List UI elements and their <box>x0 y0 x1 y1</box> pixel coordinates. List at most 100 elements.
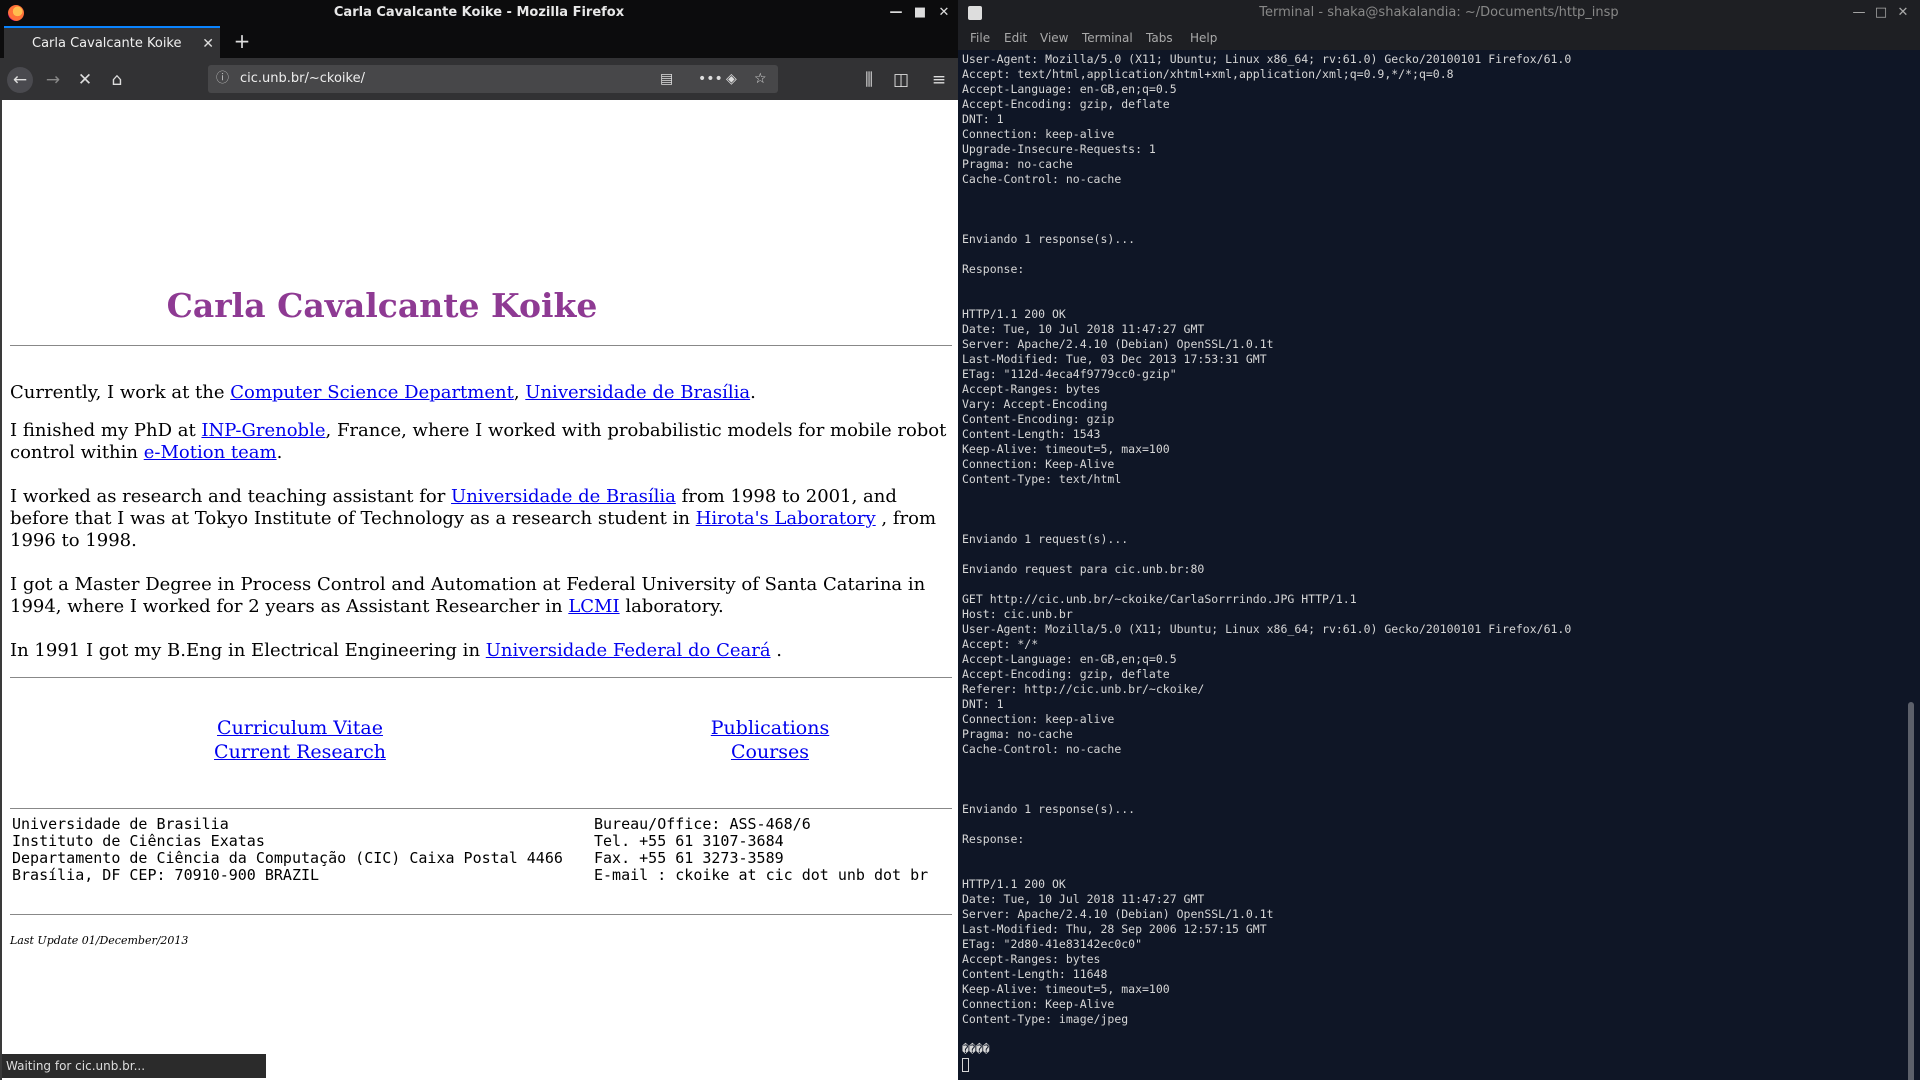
terminal-line <box>962 202 1900 217</box>
link-universidade-de-brasilia-2[interactable]: Universidade de Brasília <box>451 486 676 507</box>
home-icon[interactable]: ⌂ <box>104 67 130 93</box>
link-hirota-laboratory[interactable]: Hirota's Laboratory <box>696 508 876 529</box>
link-emotion-team[interactable]: e-Motion team <box>144 442 277 463</box>
terminal-line: Accept-Ranges: bytes <box>962 382 1900 397</box>
terminal-menubar: File Edit View Terminal Tabs Help <box>958 26 1920 50</box>
link-universidade-federal-do-ceara[interactable]: Universidade Federal do Ceará <box>486 640 771 661</box>
paragraph-beng: In 1991 I got my B.Eng in Electrical Eng… <box>10 640 955 662</box>
terminal-line: Accept-Encoding: gzip, deflate <box>962 667 1900 682</box>
tab-active[interactable]: Carla Cavalcante Koike ✕ <box>4 26 220 58</box>
terminal-line: Date: Tue, 10 Jul 2018 11:47:27 GMT <box>962 892 1900 907</box>
contact-line: E-mail : ckoike at cic dot unb dot br <box>594 867 950 884</box>
terminal-cursor <box>962 1057 1900 1072</box>
paragraph-current-work: Currently, I work at the Computer Scienc… <box>10 382 955 404</box>
last-update: Last Update 01/December/2013 <box>10 934 188 947</box>
link-curriculum-vitae[interactable]: Curriculum Vitae <box>217 717 383 739</box>
new-tab-icon[interactable]: + <box>230 26 254 58</box>
sidebar-icon[interactable]: ◫ <box>888 67 914 93</box>
terminal-line: Server: Apache/2.4.10 (Debian) OpenSSL/1… <box>962 337 1900 352</box>
terminal-line: Last-Modified: Tue, 03 Dec 2013 17:53:31… <box>962 352 1900 367</box>
terminal-line <box>962 187 1900 202</box>
terminal-line: Content-Type: text/html <box>962 472 1900 487</box>
terminal-line: HTTP/1.1 200 OK <box>962 877 1900 892</box>
navigation-toolbar: ← → ✕ ⌂ ⓘ cic.unb.br/~ckoike/ ▤ ••• ◈ ☆ … <box>0 58 958 100</box>
link-publications[interactable]: Publications <box>711 717 829 739</box>
url-bar[interactable]: ⓘ cic.unb.br/~ckoike/ ▤ ••• ◈ ☆ <box>208 65 778 93</box>
terminal-line: Content-Length: 1543 <box>962 427 1900 442</box>
text: Currently, I work at the <box>10 382 230 403</box>
minimize-icon[interactable]: — <box>1848 0 1870 26</box>
library-icon[interactable]: ⫼ <box>856 67 882 93</box>
contact-line: Bureau/Office: ASS-468/6 <box>594 816 950 833</box>
menu-tabs[interactable]: Tabs <box>1146 26 1173 50</box>
url-text: cic.unb.br/~ckoike/ <box>240 71 365 86</box>
terminal-scrollbar[interactable] <box>1908 52 1914 1072</box>
close-icon[interactable]: ✕ <box>1892 0 1914 26</box>
terminal-line: Date: Tue, 10 Jul 2018 11:47:27 GMT <box>962 322 1900 337</box>
terminal-line: Connection: keep-alive <box>962 712 1900 727</box>
close-icon[interactable]: ✕ <box>932 0 956 26</box>
address-line: Departamento de Ciência da Computação (C… <box>12 850 582 867</box>
page-heading: Carla Cavalcante Koike <box>2 286 762 325</box>
terminal-line: Content-Encoding: gzip <box>962 412 1900 427</box>
terminal-line: Upgrade-Insecure-Requests: 1 <box>962 142 1900 157</box>
reader-view-icon[interactable]: ▤ <box>660 65 673 93</box>
text: I worked as research and teaching assist… <box>10 486 451 507</box>
terminal-line: Enviando request para cic.unb.br:80 <box>962 562 1900 577</box>
terminal-line <box>962 1027 1900 1042</box>
terminal-line <box>962 847 1900 862</box>
terminal-line: Referer: http://cic.unb.br/~ckoike/ <box>962 682 1900 697</box>
page-content: Carla Cavalcante Koike Currently, I work… <box>0 100 958 1080</box>
terminal-line: Last-Modified: Thu, 28 Sep 2006 12:57:15… <box>962 922 1900 937</box>
terminal-line <box>962 772 1900 787</box>
menu-hamburger-icon[interactable]: ≡ <box>926 67 952 93</box>
menu-edit[interactable]: Edit <box>1004 26 1027 50</box>
pocket-icon[interactable]: ◈ <box>726 65 737 93</box>
forward-arrow-icon[interactable]: → <box>40 67 66 93</box>
site-info-icon[interactable]: ⓘ <box>216 65 229 93</box>
link-courses[interactable]: Courses <box>731 741 809 763</box>
terminal-line <box>962 277 1900 292</box>
terminal-line <box>962 292 1900 307</box>
text: . <box>750 382 756 403</box>
terminal-line: Host: cic.unb.br <box>962 607 1900 622</box>
menu-view[interactable]: View <box>1040 26 1068 50</box>
terminal-line <box>962 577 1900 592</box>
maximize-icon[interactable]: □ <box>1870 0 1892 26</box>
minimize-icon[interactable]: — <box>884 0 908 26</box>
terminal-line: User-Agent: Mozilla/5.0 (X11; Ubuntu; Li… <box>962 52 1900 67</box>
maximize-icon[interactable]: ■ <box>908 0 932 26</box>
text: . <box>771 640 782 661</box>
scrollbar-thumb[interactable] <box>1908 702 1914 1080</box>
terminal-line: Cache-Control: no-cache <box>962 742 1900 757</box>
menu-file[interactable]: File <box>970 26 990 50</box>
link-universidade-de-brasilia[interactable]: Universidade de Brasília <box>525 382 750 403</box>
back-arrow-icon[interactable]: ← <box>7 67 33 93</box>
terminal-line: DNT: 1 <box>962 697 1900 712</box>
text: I finished my PhD at <box>10 420 201 441</box>
link-current-research[interactable]: Current Research <box>214 741 386 763</box>
bookmark-star-icon[interactable]: ☆ <box>754 65 767 93</box>
link-inp-grenoble[interactable]: INP-Grenoble <box>201 420 325 441</box>
terminal-line <box>962 517 1900 532</box>
menu-help[interactable]: Help <box>1190 26 1217 50</box>
paragraph-phd: I finished my PhD at INP-Grenoble, Franc… <box>10 420 955 464</box>
terminal-output[interactable]: User-Agent: Mozilla/5.0 (X11; Ubuntu; Li… <box>962 52 1900 1072</box>
stop-icon[interactable]: ✕ <box>72 67 98 93</box>
terminal-line: Pragma: no-cache <box>962 157 1900 172</box>
terminal-line: Vary: Accept-Encoding <box>962 397 1900 412</box>
page-actions-icon[interactable]: ••• <box>698 65 723 93</box>
link-computer-science-department[interactable]: Computer Science Department <box>230 382 514 403</box>
text: laboratory. <box>620 596 724 617</box>
terminal-line: Content-Type: image/jpeg <box>962 1012 1900 1027</box>
link-lcmi[interactable]: LCMI <box>568 596 619 617</box>
address-line: Instituto de Ciências Exatas <box>12 833 582 850</box>
terminal-line: Accept: */* <box>962 637 1900 652</box>
menu-terminal[interactable]: Terminal <box>1082 26 1133 50</box>
terminal-line: Pragma: no-cache <box>962 727 1900 742</box>
terminal-line <box>962 247 1900 262</box>
firefox-window: Carla Cavalcante Koike - Mozilla Firefox… <box>0 0 958 1080</box>
tab-close-icon[interactable]: ✕ <box>202 28 214 60</box>
contact-line: Tel. +55 61 3107-3684 <box>594 833 950 850</box>
contact-line: Fax. +55 61 3273-3589 <box>594 850 950 867</box>
